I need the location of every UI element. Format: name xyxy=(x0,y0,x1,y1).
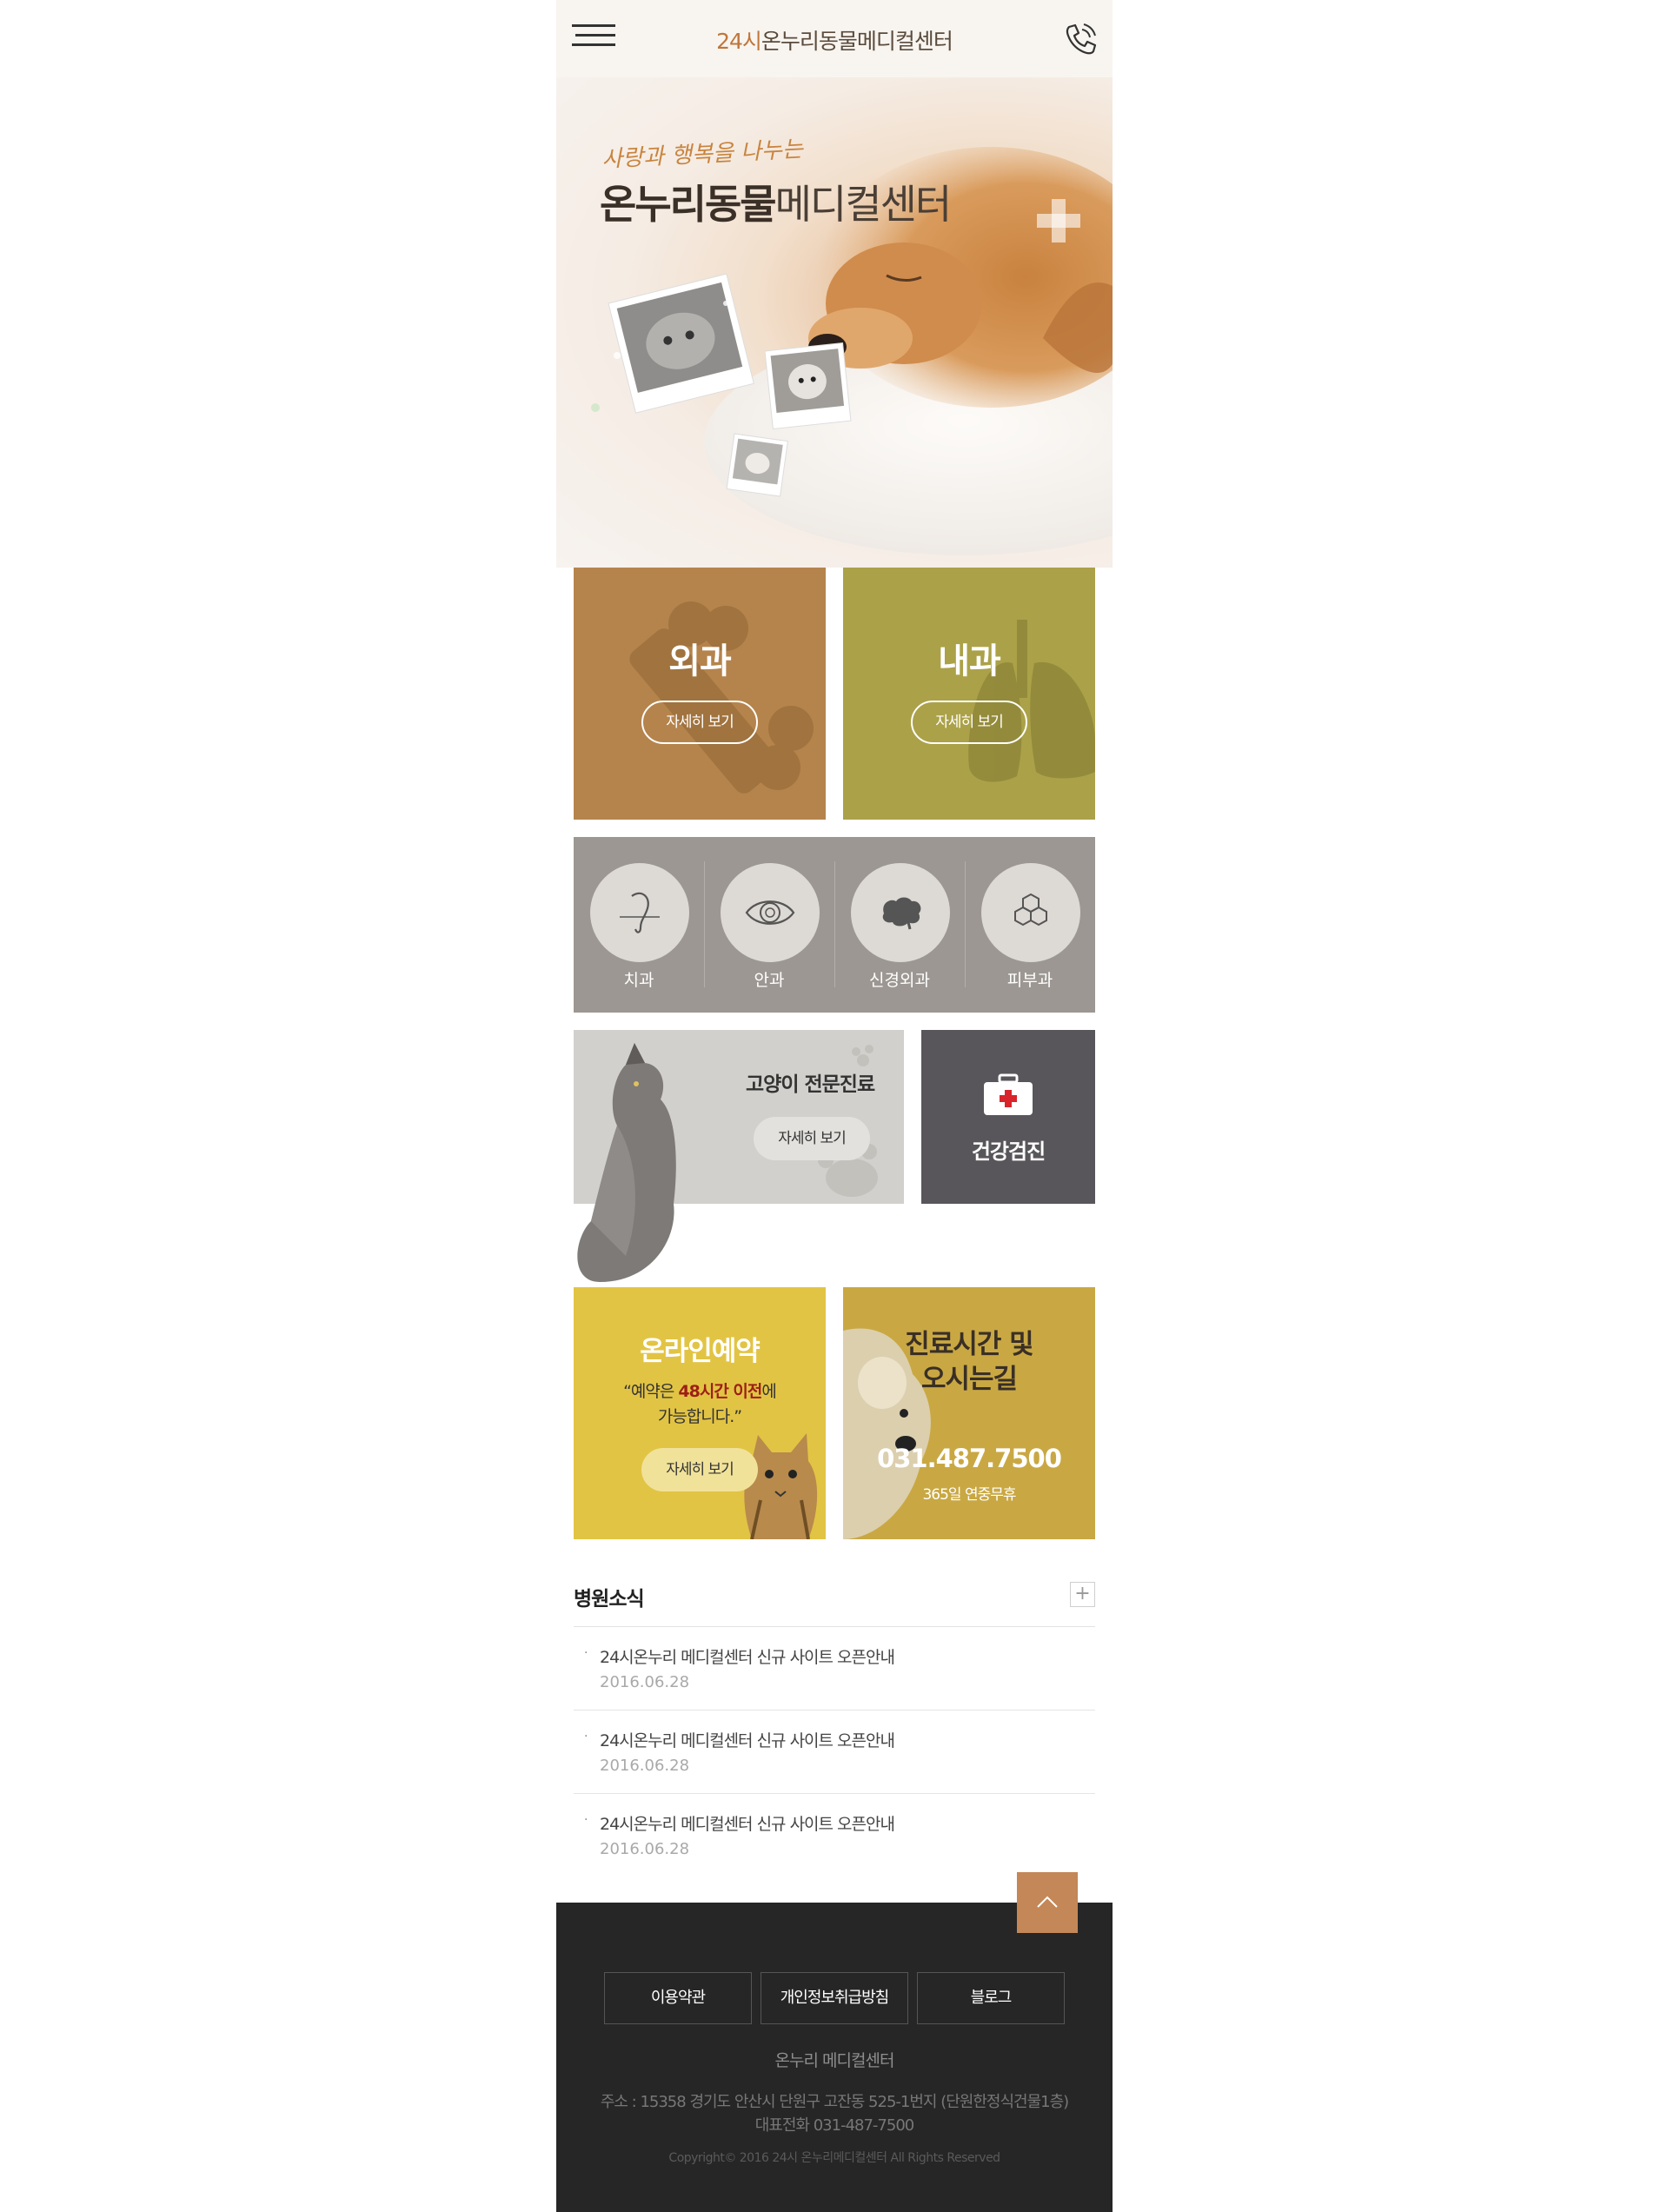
hexagon-skin-icon xyxy=(1014,893,1047,927)
hours-title-line2: 오시는길 xyxy=(920,1364,1018,1395)
hospital-phone-number[interactable]: 031.487.7500 xyxy=(843,1444,1095,1473)
mobile-page: 24시온누리동물메디컬센터 사랑과 행복을 나누는 온누리동물메디컬센터 외과 … xyxy=(556,0,1113,2212)
news-item-title: 24시온누리 메디컬센터 신규 사이트 오픈안내 xyxy=(600,1815,895,1834)
site-title-rest: 온누리동물메디컬센터 xyxy=(761,29,953,54)
hospital-news-section: 병원소식 + · 24시온누리 메디컬센터 신규 사이트 오픈안내 2016.0… xyxy=(574,1570,1095,1877)
specialty-neurosurgery[interactable]: 신경외과 xyxy=(834,837,965,1013)
reservation-detail-button[interactable]: 자세히 보기 xyxy=(641,1448,758,1491)
open-365-note: 365일 연중무휴 xyxy=(922,1486,1016,1504)
bullet-icon: · xyxy=(584,1813,588,1827)
site-header: 24시온누리동물메디컬센터 xyxy=(556,0,1113,77)
specialty-menu: 치과 안과 신경외과 피부과 xyxy=(574,837,1095,1013)
news-item-date: 2016.06.28 xyxy=(600,1840,690,1858)
reservation-note: “예약은 48시간 이전에 가능합니다.” xyxy=(574,1379,826,1430)
hero-title-light: 메디컬센터 xyxy=(774,181,953,228)
privacy-policy-link[interactable]: 개인정보취급방침 xyxy=(761,1972,908,2024)
footer-address: 주소 : 15358 경기도 안산시 단원구 고잔동 525-1번지 (단원한정… xyxy=(556,2090,1113,2137)
hero-title: 온누리동물메디컬센터 xyxy=(600,173,953,230)
news-item-date: 2016.06.28 xyxy=(600,1757,690,1775)
reservation-note-after: 에 xyxy=(761,1382,777,1401)
internal-medicine-detail-button[interactable]: 자세히 보기 xyxy=(911,701,1027,744)
hours-location-tile[interactable]: 진료시간 및 오시는길 031.487.7500 365일 연중무휴 xyxy=(843,1287,1095,1539)
cat-care-tile[interactable]: 고양이 전문진료 자세히 보기 xyxy=(574,1030,904,1282)
scroll-top-button[interactable] xyxy=(1017,1872,1078,1933)
reservation-note-line2: 가능합니다.” xyxy=(657,1407,742,1426)
specialty-label: 치과 xyxy=(623,971,654,990)
reservation-note-before: “예약은 xyxy=(623,1382,679,1401)
hours-title-line1: 진료시간 및 xyxy=(905,1329,1033,1360)
phone-icon[interactable] xyxy=(1060,19,1100,59)
brain-icon xyxy=(882,897,921,930)
news-list-item[interactable]: · 24시온누리 메디컬센터 신규 사이트 오픈안내 2016.06.28 xyxy=(574,1794,1095,1877)
specialty-label: 신경외과 xyxy=(869,971,930,990)
surgery-tile[interactable]: 외과 자세히 보기 xyxy=(574,568,826,820)
news-item-date: 2016.06.28 xyxy=(600,1673,690,1691)
specialty-ophthalmology[interactable]: 안과 xyxy=(704,837,834,1013)
health-checkup-tile[interactable]: 건강검진 xyxy=(921,1030,1095,1204)
reservation-title: 온라인예약 xyxy=(640,1336,761,1367)
reservation-note-highlight: 48시간 이전 xyxy=(678,1382,762,1401)
specialty-icon-circle xyxy=(851,863,950,962)
cat-care-detail-button[interactable]: 자세히 보기 xyxy=(754,1117,870,1160)
lungs-icon xyxy=(968,620,1095,782)
site-footer: 이용약관 개인정보취급방침 블로그 온누리 메디컬센터 주소 : 15358 경… xyxy=(556,1903,1113,2212)
bullet-icon: · xyxy=(584,1646,588,1660)
specialty-label: 안과 xyxy=(754,971,785,990)
surgery-detail-button[interactable]: 자세히 보기 xyxy=(641,701,758,744)
news-item-title: 24시온누리 메디컬센터 신규 사이트 오픈안내 xyxy=(600,1648,895,1667)
footer-company-name: 온누리 메디컬센터 xyxy=(774,2051,895,2070)
bullet-icon: · xyxy=(584,1730,588,1744)
news-title: 병원소식 xyxy=(574,1588,645,1611)
eye-icon xyxy=(745,900,795,925)
internal-medicine-tile[interactable]: 내과 자세히 보기 xyxy=(843,568,1095,820)
internal-medicine-title: 내과 xyxy=(938,641,1001,681)
news-more-plus-icon[interactable]: + xyxy=(1070,1582,1095,1607)
news-list-item[interactable]: · 24시온누리 메디컬센터 신규 사이트 오픈안내 2016.06.28 xyxy=(574,1710,1095,1794)
terms-link[interactable]: 이용약관 xyxy=(604,1972,752,2024)
site-title-accent: 24시 xyxy=(716,29,762,54)
blog-link[interactable]: 블로그 xyxy=(917,1972,1065,2024)
tooth-icon xyxy=(620,892,660,933)
site-title[interactable]: 24시온누리동물메디컬센터 xyxy=(556,24,1113,56)
specialty-label: 피부과 xyxy=(1006,971,1053,990)
chevron-up-icon xyxy=(1037,1896,1058,1908)
hero-title-bold: 온누리동물 xyxy=(600,181,777,228)
hours-location-title: 진료시간 및 오시는길 xyxy=(843,1327,1095,1397)
news-header: 병원소식 + xyxy=(574,1570,1095,1627)
footer-copyright: Copyright© 2016 24시 온누리메디컬센터 All Rights … xyxy=(668,2151,1000,2165)
health-checkup-title: 건강검진 xyxy=(971,1139,1046,1164)
news-item-title: 24시온누리 메디컬센터 신규 사이트 오픈안내 xyxy=(600,1731,895,1750)
specialty-dermatology[interactable]: 피부과 xyxy=(965,837,1095,1013)
footer-phone: 대표전화 031-487-7500 xyxy=(754,2116,914,2135)
first-aid-kit-icon xyxy=(984,1073,1033,1115)
bone-icon xyxy=(629,601,814,794)
footer-links: 이용약관 개인정보취급방침 블로그 xyxy=(604,1972,1065,2024)
cat-care-title: 고양이 전문진료 xyxy=(746,1073,875,1096)
specialty-icon-circle xyxy=(981,863,1080,962)
specialty-dental[interactable]: 치과 xyxy=(574,837,704,1013)
online-reservation-tile[interactable]: 온라인예약 “예약은 48시간 이전에 가능합니다.” 자세히 보기 xyxy=(574,1287,826,1539)
footer-address-text: 주소 : 15358 경기도 안산시 단원구 고잔동 525-1번지 (단원한정… xyxy=(600,2093,1069,2111)
news-list-item[interactable]: · 24시온누리 메디컬센터 신규 사이트 오픈안내 2016.06.28 xyxy=(574,1627,1095,1710)
specialty-icon-circle xyxy=(590,863,689,962)
surgery-title: 외과 xyxy=(668,641,732,681)
specialty-icon-circle xyxy=(721,863,820,962)
hero-banner: 사랑과 행복을 나누는 온누리동물메디컬센터 xyxy=(556,77,1113,568)
